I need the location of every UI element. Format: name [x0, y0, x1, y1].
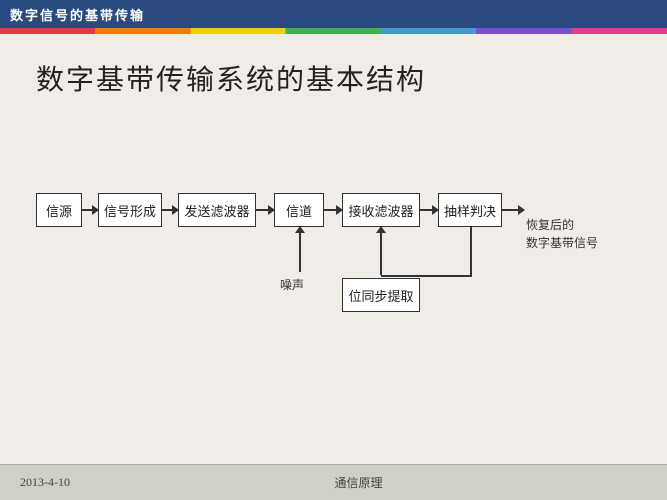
block-source: 信源: [36, 193, 82, 227]
arrow-sigform-sendfilter: [162, 209, 178, 211]
footer: 2013-4-10 通信原理: [0, 464, 667, 500]
footer-title: 通信原理: [334, 474, 382, 491]
arrow-sendfilter-channel: [256, 209, 274, 211]
arrow-noise: [299, 227, 301, 272]
arrow-recvfilter-sample: [420, 209, 438, 211]
block-signal-form: 信号形成: [98, 193, 162, 227]
arrow-source-sigform: [82, 209, 98, 211]
footer-date: 2013-4-10: [20, 475, 70, 490]
arrow-sync-h: [381, 275, 470, 277]
output-label: 恢复后的 数字基带信号: [526, 198, 598, 252]
noise-label: 噪声: [280, 276, 304, 293]
arrow-sync-up: [380, 227, 382, 275]
block-send-filter: 发送滤波器: [178, 193, 256, 227]
arrow-sample-output: [502, 209, 524, 211]
header-title: 数字信号的基带传输: [10, 5, 145, 24]
block-diagram: 信源 信号形成 发送滤波器 信道 噪声 接收滤波器: [36, 138, 631, 338]
main-content: 数字基带传输系统的基本结构 信源 信号形成 发送滤波器 信道 噪声: [0, 34, 667, 464]
arrow-sample-down: [470, 227, 472, 277]
block-channel: 信道: [274, 193, 324, 227]
block-recv-filter: 接收滤波器: [342, 193, 420, 227]
block-sync: 位同步提取: [342, 278, 420, 312]
block-sample: 抽样判决: [438, 193, 502, 227]
arrow-channel-recvfilter: [324, 209, 342, 211]
page-title: 数字基带传输系统的基本结构: [36, 58, 631, 98]
header-bar: 数字信号的基带传输: [0, 0, 667, 28]
